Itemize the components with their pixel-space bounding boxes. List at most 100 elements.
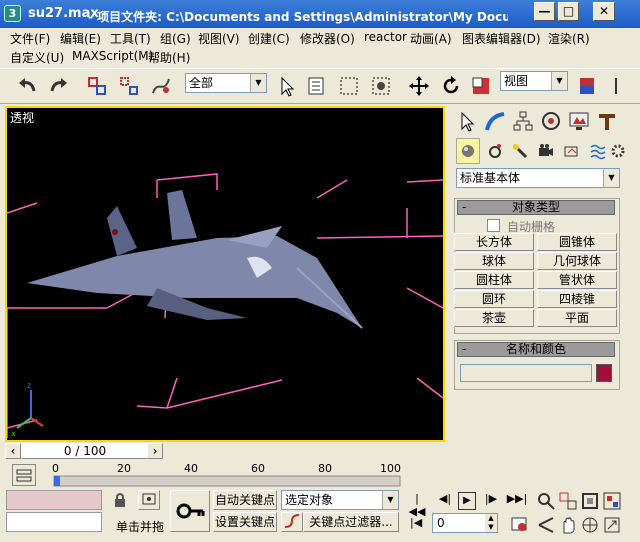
set-key-button[interactable]: 设置关键点 [213, 512, 277, 532]
pyramid-button[interactable]: 四棱锥 [537, 290, 617, 308]
go-to-start-icon[interactable]: |◀◀ [408, 492, 426, 518]
time-slider[interactable]: ‹ 0 / 100 › [5, 442, 445, 460]
key-selected-dropdown[interactable]: 选定对象 ▼ [281, 490, 399, 510]
sphere-button[interactable]: 球体 [454, 252, 534, 270]
time-slider-next-icon[interactable]: › [147, 443, 163, 459]
rotate-icon[interactable] [438, 73, 464, 99]
collapse-icon: - [462, 200, 467, 214]
use-pivot-center-icon[interactable] [574, 73, 600, 99]
zoom-extents-all-icon[interactable] [603, 492, 621, 510]
default-in-out-tangent-icon[interactable] [281, 512, 303, 532]
autogrid-checkbox[interactable] [487, 219, 500, 232]
select-object-icon[interactable] [274, 73, 300, 99]
display-tab-icon[interactable] [566, 108, 592, 134]
chevron-down-icon: ▼ [382, 491, 398, 509]
perspective-viewport[interactable]: 透视 z x [5, 106, 445, 442]
plane-button[interactable]: 平面 [537, 309, 617, 327]
menu-maxscript[interactable]: MAXScript(M) [72, 49, 153, 63]
menu-group[interactable]: 组(G) [160, 30, 191, 47]
create-tab-icon[interactable] [454, 108, 480, 134]
restore-button[interactable]: □ [558, 2, 579, 21]
systems-icon[interactable] [608, 138, 628, 164]
current-frame-spinner[interactable]: 0 ▲ ▼ [432, 513, 498, 533]
geosphere-button[interactable]: 几何球体 [537, 252, 617, 270]
menu-file[interactable]: 文件(F) [10, 30, 50, 47]
helpers-icon[interactable] [560, 138, 584, 164]
go-to-end-icon[interactable]: ▶▶| [506, 492, 528, 510]
viewport-navigation [535, 492, 635, 536]
name-color-header[interactable]: - 名称和颜色 [457, 342, 615, 357]
menu-modifiers[interactable]: 修改器(O) [300, 30, 355, 47]
menu-help[interactable]: 帮助(H) [148, 49, 190, 66]
maximize-viewport-icon[interactable] [603, 516, 621, 534]
zoom-all-icon[interactable] [559, 492, 577, 510]
arc-rotate-icon[interactable] [581, 516, 599, 534]
menu-customize[interactable]: 自定义(U) [10, 49, 64, 66]
cylinder-button[interactable]: 圆柱体 [454, 271, 534, 289]
spinner-arrows-icon[interactable]: ▲ ▼ [485, 514, 497, 532]
lights-icon[interactable] [508, 138, 532, 164]
menu-tools[interactable]: 工具(T) [110, 30, 151, 47]
key-filters-button[interactable]: 关键点过滤器... [303, 512, 399, 532]
object-name-input[interactable] [460, 364, 592, 382]
modify-tab-icon[interactable] [482, 108, 508, 134]
menu-reactor[interactable]: reactor [364, 30, 407, 44]
selection-filter-dropdown[interactable]: 全部 ▼ [185, 73, 267, 93]
menu-rendering[interactable]: 渲染(R) [548, 30, 590, 47]
select-by-name-icon[interactable] [304, 73, 330, 99]
cone-button[interactable]: 圆锥体 [537, 233, 617, 251]
absolute-mode-icon[interactable] [138, 490, 160, 510]
menu-animation[interactable]: 动画(A) [410, 30, 452, 47]
previous-frame-icon[interactable]: ◀| [436, 492, 454, 510]
menu-graph-editors[interactable]: 图表编辑器(D) [462, 30, 541, 47]
pan-icon[interactable] [559, 516, 577, 534]
set-key-mode-icon[interactable] [170, 490, 210, 532]
play-icon[interactable]: ▶ [458, 492, 476, 510]
geometry-icon[interactable] [456, 138, 480, 164]
lock-icon[interactable] [112, 492, 128, 508]
time-slider-thumb[interactable]: 0 / 100 [21, 443, 149, 459]
reference-coord-dropdown[interactable]: 视图 ▼ [500, 71, 568, 91]
object-color-swatch[interactable] [596, 364, 612, 382]
motion-tab-icon[interactable] [538, 108, 564, 134]
menu-create[interactable]: 创建(C) [248, 30, 290, 47]
unlink-icon[interactable] [116, 73, 142, 99]
torus-button[interactable]: 圆环 [454, 290, 534, 308]
scale-icon[interactable] [468, 73, 494, 99]
redo-icon[interactable] [46, 73, 72, 99]
zoom-icon[interactable] [537, 492, 555, 510]
shapes-icon[interactable] [482, 138, 506, 164]
hierarchy-tab-icon[interactable] [510, 108, 536, 134]
object-category-dropdown[interactable]: 标准基本体 ▼ [456, 168, 620, 188]
teapot-button[interactable]: 茶壶 [454, 309, 534, 327]
open-mini-curve-editor-icon[interactable] [12, 464, 36, 486]
maxscript-input-field[interactable] [6, 512, 102, 532]
space-warps-icon[interactable] [586, 138, 610, 164]
undo-icon[interactable] [14, 73, 40, 99]
tube-button[interactable]: 管状体 [537, 271, 617, 289]
select-and-link-icon[interactable] [84, 73, 110, 99]
maxscript-listener-field[interactable] [6, 490, 102, 510]
minimize-button[interactable]: — [534, 2, 555, 21]
field-of-view-icon[interactable] [537, 516, 555, 534]
menu-edit[interactable]: 编辑(E) [60, 30, 101, 47]
track-bar[interactable]: 0 20 40 60 80 100 [0, 462, 640, 488]
next-frame-icon[interactable]: |▶ [482, 492, 500, 510]
menu-views[interactable]: 视图(V) [198, 30, 240, 47]
window-crossing-icon[interactable] [368, 73, 394, 99]
rectangular-selection-icon[interactable] [336, 73, 362, 99]
key-mode-toggle-icon[interactable]: |◀ [410, 516, 426, 532]
object-type-header[interactable]: - 对象类型 [457, 200, 615, 215]
box-button[interactable]: 长方体 [454, 233, 534, 251]
time-slider-prev-icon[interactable]: ‹ [5, 443, 21, 459]
bind-space-warp-icon[interactable] [148, 73, 174, 99]
utilities-tab-icon[interactable] [594, 108, 620, 134]
time-configuration-icon[interactable] [510, 515, 528, 533]
move-icon[interactable] [406, 73, 432, 99]
auto-key-button[interactable]: 自动关键点 [213, 490, 277, 510]
toolbar-overflow-icon[interactable] [606, 73, 626, 99]
zoom-extents-icon[interactable] [581, 492, 599, 510]
status-bar: 单击并拖 自动关键点 设置关键点 选定对象 ▼ 关键点过滤器... |◀◀ ◀|… [0, 488, 640, 542]
cameras-icon[interactable] [534, 138, 558, 164]
close-button[interactable]: ✕ [593, 2, 615, 21]
